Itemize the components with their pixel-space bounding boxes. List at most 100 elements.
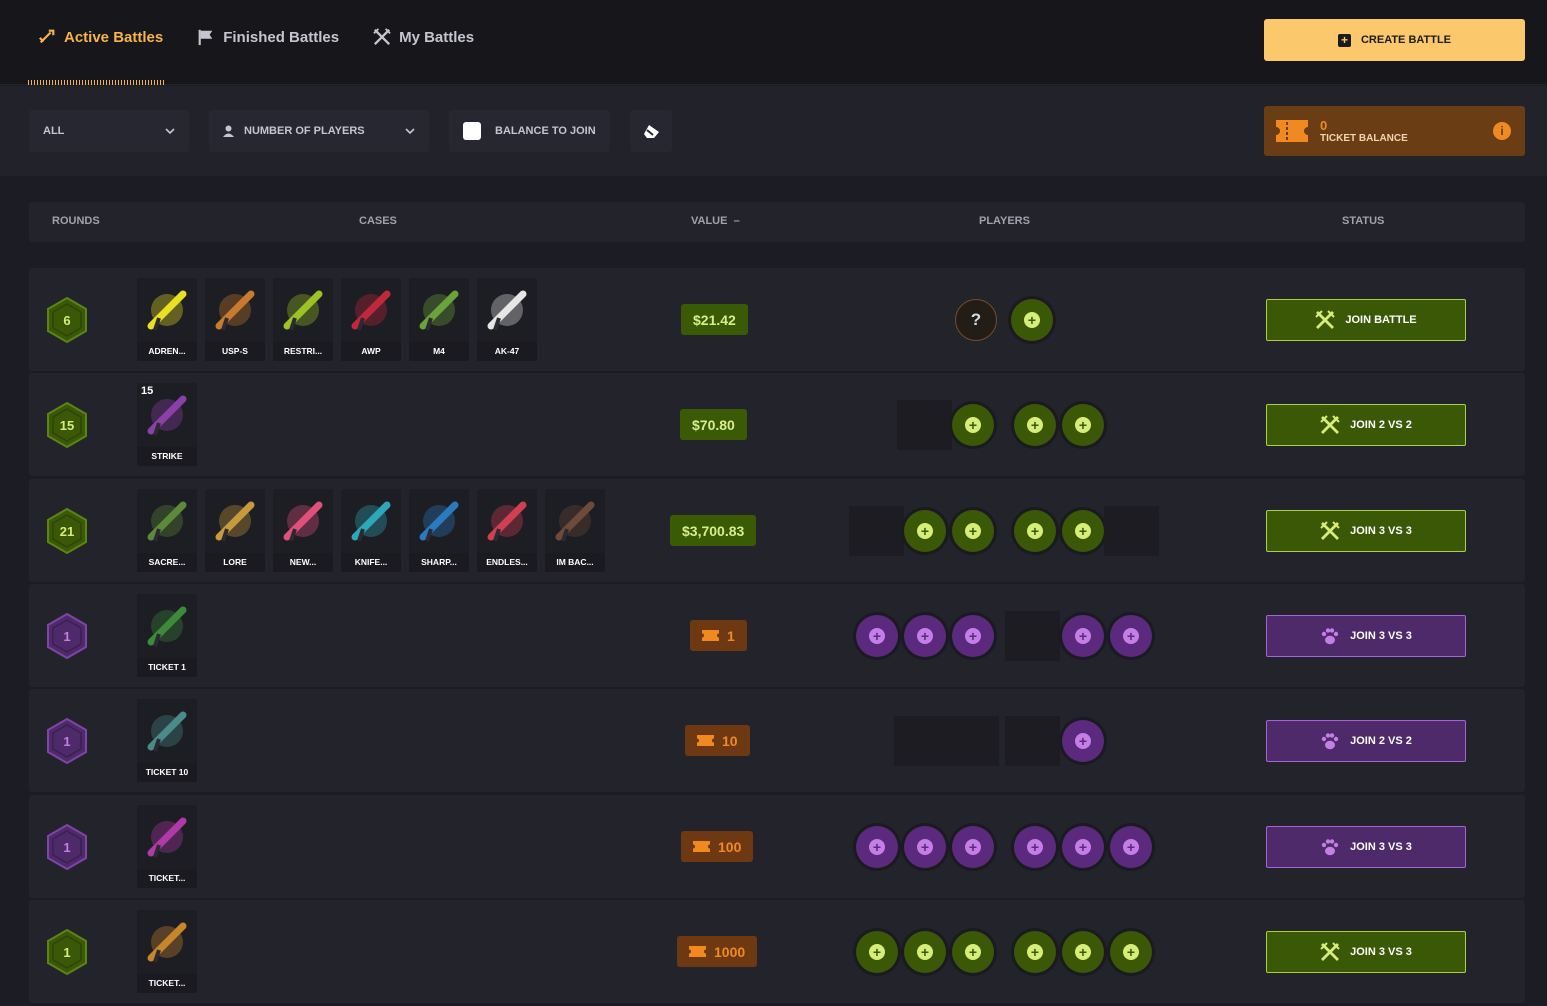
case-label: SACRE...	[137, 553, 197, 572]
join-battle-label: JOIN 3 VS 3	[1350, 841, 1412, 853]
col-value[interactable]: VALUE –	[691, 215, 740, 227]
join-slot-button[interactable]: +	[1062, 510, 1104, 552]
crossed-swords-icon	[1315, 310, 1336, 329]
join-slot-button[interactable]: +	[1014, 826, 1056, 868]
join-slot-button[interactable]: +	[1062, 720, 1104, 762]
case-thumbnail[interactable]: SHARP...	[409, 489, 469, 572]
players-dropdown[interactable]: NUMBER OF PLAYERS	[209, 110, 429, 152]
join-slot-button[interactable]: +	[1110, 931, 1152, 973]
filter-bar: ALL NUMBER OF PLAYERS BALANCE TO JOIN 0 …	[0, 86, 1547, 176]
join-slot-button[interactable]: +	[952, 404, 994, 446]
plus-icon: +	[1027, 839, 1043, 855]
balance-checkbox[interactable]	[463, 122, 481, 140]
info-icon[interactable]: i	[1493, 122, 1511, 140]
clear-filters-button[interactable]	[630, 110, 672, 152]
crossed-swords-icon	[1320, 942, 1340, 961]
battle-value-text: 1000	[714, 943, 746, 960]
join-slot-button[interactable]: +	[952, 615, 994, 657]
tab-active-battles[interactable]: Active Battles	[38, 28, 163, 46]
case-thumbnail[interactable]: AK-47	[477, 278, 537, 361]
case-thumbnail[interactable]: TICKET 10	[137, 699, 197, 782]
case-thumbnail[interactable]: 15 STRIKE	[137, 383, 197, 466]
join-slot-button[interactable]: +	[1110, 615, 1152, 657]
case-thumbnail[interactable]: USP-S	[205, 278, 265, 361]
case-art	[281, 499, 325, 547]
join-slot-button[interactable]: +	[856, 931, 898, 973]
join-slot-button[interactable]: +	[904, 931, 946, 973]
join-slot-button[interactable]: +	[952, 826, 994, 868]
join-slot-button[interactable]: +	[856, 615, 898, 657]
join-slot-button[interactable]: +	[856, 826, 898, 868]
ticket-icon	[697, 735, 714, 746]
join-battle-button[interactable]: JOIN 3 VS 3	[1266, 826, 1466, 868]
case-art	[553, 499, 597, 547]
plus-icon: +	[869, 839, 885, 855]
battle-nav: Active Battles Finished Battles My Battl…	[38, 28, 474, 46]
plus-icon: +	[917, 523, 933, 539]
join-slot-button[interactable]: +	[952, 931, 994, 973]
case-label: KNIFE...	[341, 553, 401, 572]
case-thumbnail[interactable]: TICKET...	[137, 805, 197, 888]
tab-finished-battles[interactable]: Finished Battles	[197, 28, 339, 46]
case-thumbnail[interactable]: AWP	[341, 278, 401, 361]
case-thumbnail[interactable]: TICKET...	[137, 910, 197, 993]
case-art	[145, 288, 189, 336]
case-thumbnail[interactable]: SACRE...	[137, 489, 197, 572]
case-label: AWP	[341, 342, 401, 361]
rounds-value: 1	[63, 628, 71, 644]
plus-icon: +	[965, 417, 981, 433]
join-slot-button[interactable]: +	[1062, 615, 1104, 657]
join-slot-button[interactable]: +	[904, 826, 946, 868]
plus-icon: +	[1075, 944, 1091, 960]
tab-my-battles[interactable]: My Battles	[373, 28, 474, 46]
join-slot-button[interactable]: +	[1110, 826, 1152, 868]
rounds-value: 1	[63, 733, 71, 749]
join-slot-button[interactable]: +	[1014, 510, 1056, 552]
join-slot-button[interactable]: +	[1014, 931, 1056, 973]
join-slot-button[interactable]: +	[1062, 404, 1104, 446]
flag-icon	[198, 29, 213, 46]
balance-to-join-toggle[interactable]: BALANCE TO JOIN	[449, 110, 610, 152]
case-thumbnail[interactable]: KNIFE...	[341, 489, 401, 572]
case-list: SACRE... LORE NEW... KNIFE... SHARP... ENDLES…	[137, 489, 605, 572]
plus-icon: +	[965, 628, 981, 644]
case-label: USP-S	[205, 342, 265, 361]
join-slot-button[interactable]: +	[1062, 826, 1104, 868]
plus-icon: +	[869, 944, 885, 960]
join-slot-button[interactable]: +	[1014, 404, 1056, 446]
case-thumbnail[interactable]: IM BAC...	[545, 489, 605, 572]
join-battle-button[interactable]: JOIN 3 VS 3	[1266, 615, 1466, 657]
create-battle-button[interactable]: + CREATE BATTLE	[1264, 19, 1525, 61]
case-thumbnail[interactable]: NEW...	[273, 489, 333, 572]
case-thumbnail[interactable]: LORE	[205, 489, 265, 572]
plus-icon: +	[1075, 839, 1091, 855]
rounds-badge: 6	[45, 296, 89, 344]
case-list: TICKET 1	[137, 594, 197, 677]
battle-value: $3,700.83	[670, 515, 757, 546]
join-slot-button[interactable]: +	[1011, 299, 1053, 341]
join-slot-button[interactable]: +	[1062, 931, 1104, 973]
join-battle-button[interactable]: JOIN BATTLE	[1266, 299, 1466, 341]
case-thumbnail[interactable]: M4	[409, 278, 469, 361]
join-battle-button[interactable]: JOIN 3 VS 3	[1266, 510, 1466, 552]
battle-value: $70.80	[680, 409, 747, 440]
join-battle-button[interactable]: JOIN 2 VS 2	[1266, 404, 1466, 446]
join-battle-button[interactable]: JOIN 2 VS 2	[1266, 720, 1466, 762]
join-slot-button[interactable]: +	[904, 615, 946, 657]
battle-value: 100	[681, 831, 754, 862]
case-thumbnail[interactable]: RESTRI...	[273, 278, 333, 361]
crossed-swords-icon	[373, 28, 391, 46]
case-thumbnail[interactable]: ENDLES...	[477, 489, 537, 572]
join-battle-button[interactable]: JOIN 3 VS 3	[1266, 931, 1466, 973]
mode-dropdown-value: ALL	[43, 125, 65, 137]
col-status: STATUS	[1342, 215, 1385, 227]
case-thumbnail[interactable]: TICKET 1	[137, 594, 197, 677]
case-thumbnail[interactable]: ADREN...	[137, 278, 197, 361]
battle-value-text: 100	[718, 838, 742, 855]
mode-dropdown[interactable]: ALL	[29, 110, 189, 152]
chevron-down-icon	[165, 128, 175, 135]
join-slot-button[interactable]: +	[904, 510, 946, 552]
case-list: ADREN... USP-S RESTRI... AWP M4 AK-47	[137, 278, 537, 361]
rounds-badge: 1	[45, 717, 89, 765]
join-slot-button[interactable]: +	[952, 510, 994, 552]
